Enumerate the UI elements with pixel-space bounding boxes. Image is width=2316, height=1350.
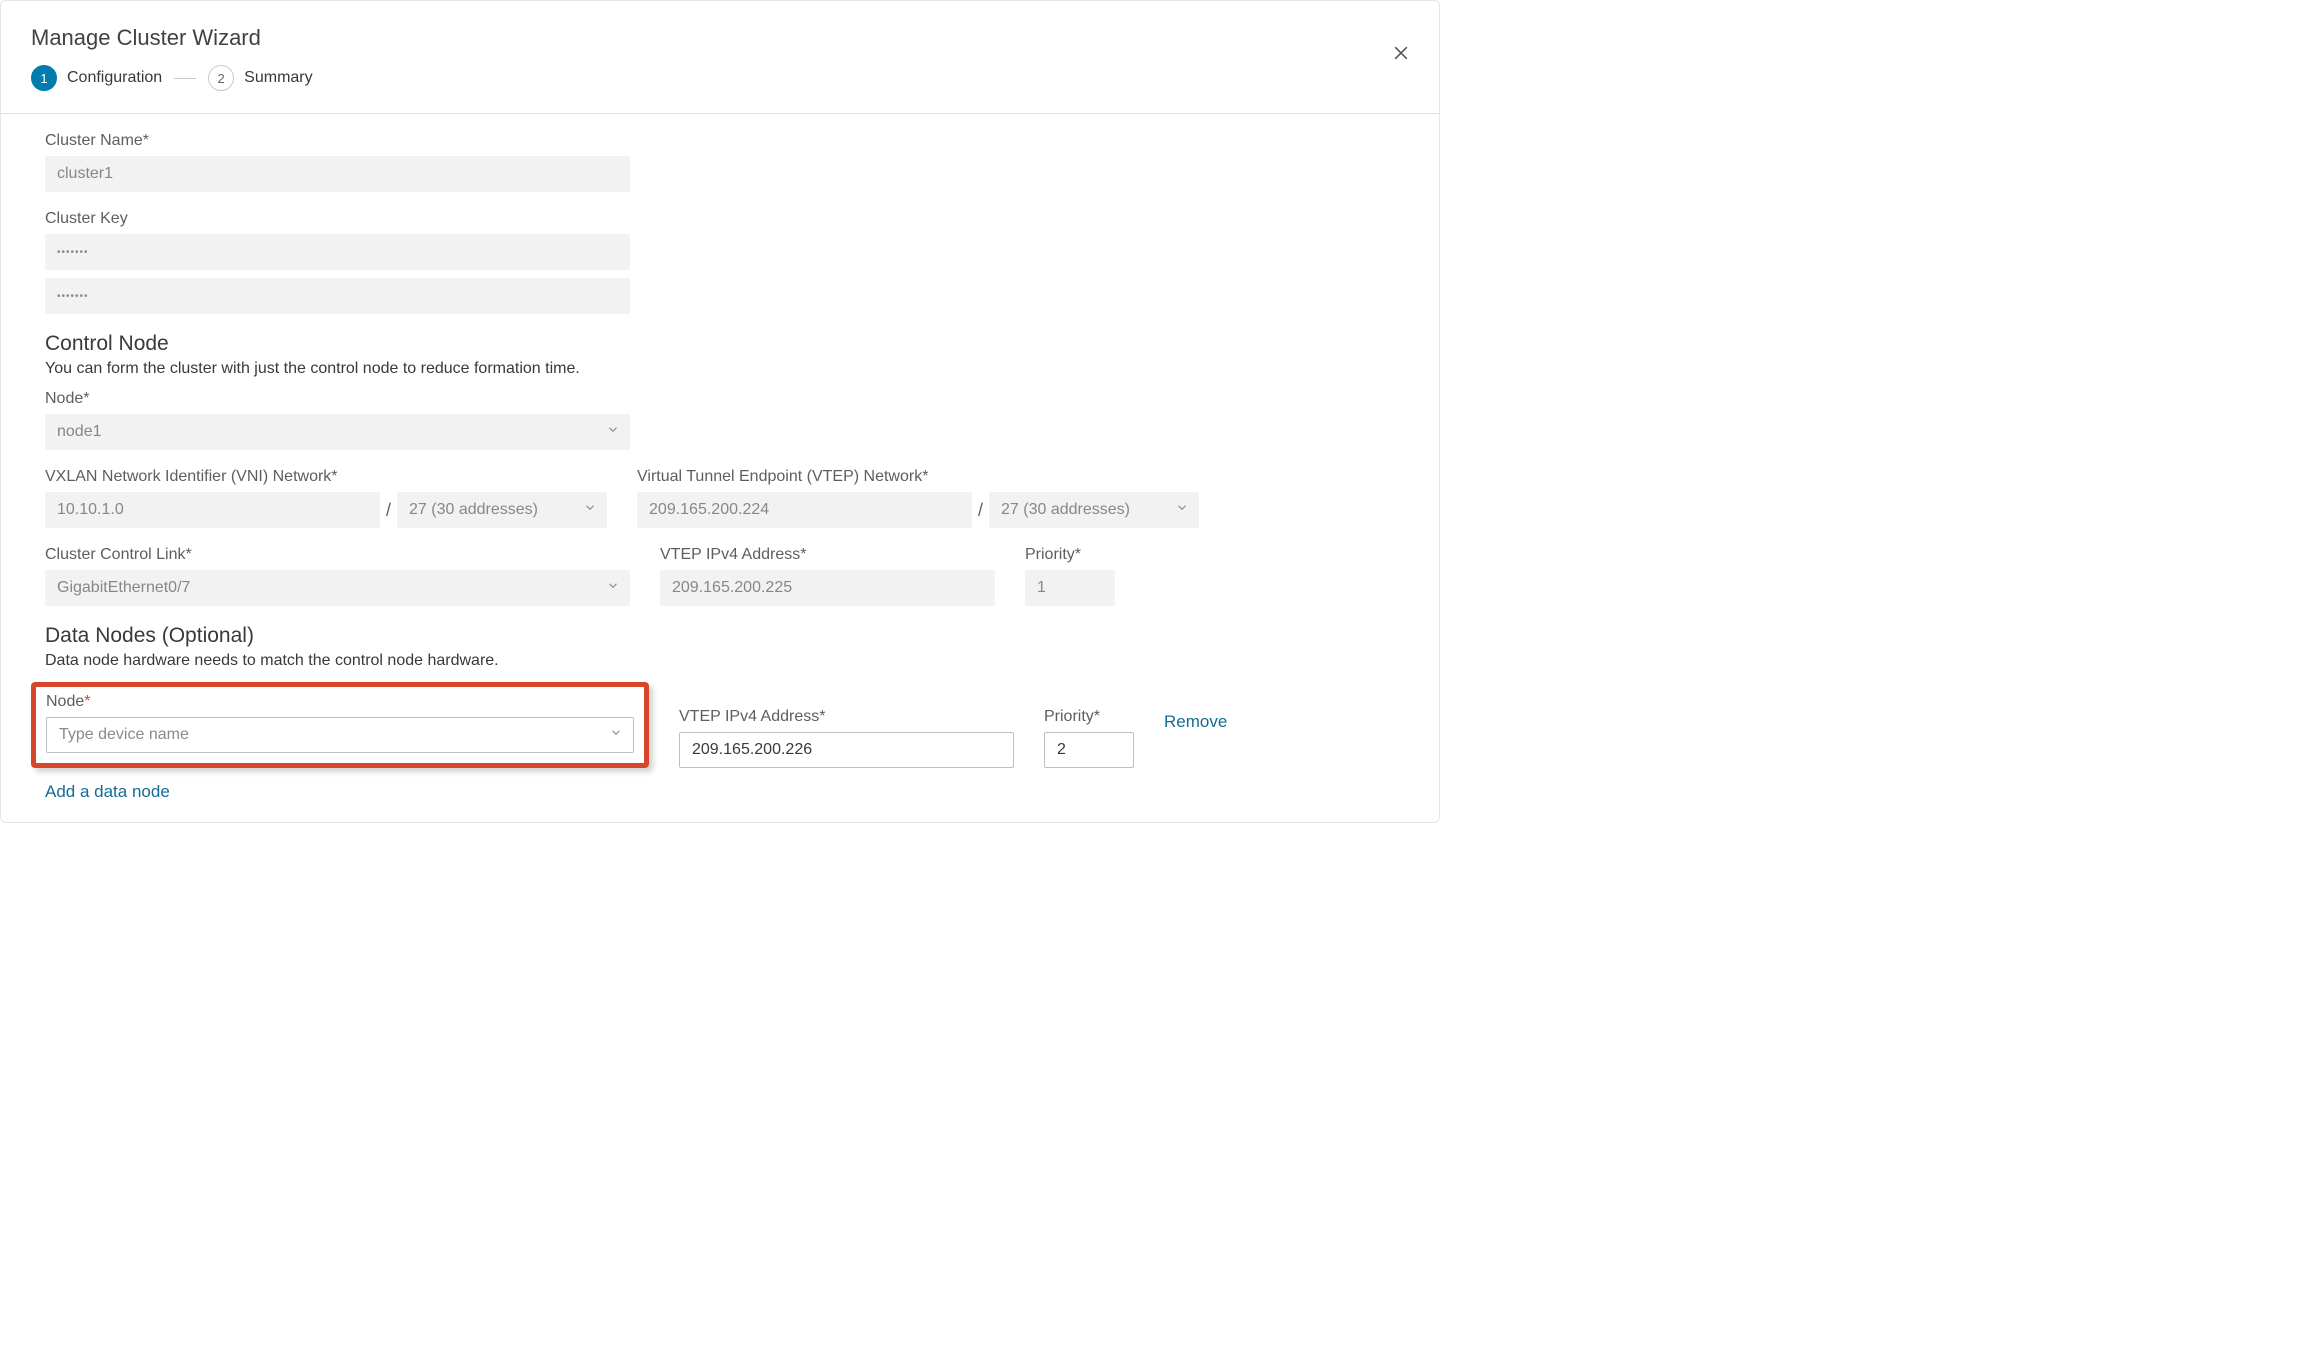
data-node-row: Node* Type device name VTEP IPv4 Address… <box>45 682 1395 768</box>
vni-vtep-network-row: VXLAN Network Identifier (VNI) Network* … <box>45 468 1395 528</box>
data-nodes-section-subtitle: Data node hardware needs to match the co… <box>45 652 1395 670</box>
control-node-section-subtitle: You can form the cluster with just the c… <box>45 360 1395 378</box>
ccl-vtep-priority-row: Cluster Control Link* GigabitEthernet0/7… <box>45 546 1395 606</box>
close-button[interactable] <box>1387 39 1415 67</box>
cluster-key-field: Cluster Key ••••••• ••••••• <box>45 210 1395 314</box>
control-node-section-title: Control Node <box>45 332 1395 356</box>
step-number-1: 1 <box>31 65 57 91</box>
vni-slash: / <box>380 492 397 528</box>
form-area: Cluster Name* cluster1 Cluster Key •••••… <box>1 114 1439 802</box>
cluster-name-label: Cluster Name* <box>45 132 1395 150</box>
vtep-network-field: Virtual Tunnel Endpoint (VTEP) Network* … <box>637 468 1199 528</box>
stepper: 1 Configuration 2 Summary <box>31 65 1409 91</box>
close-icon <box>1391 43 1411 63</box>
data-node-label: Node* <box>46 693 634 711</box>
step-separator <box>174 78 196 79</box>
data-nodes-section-title: Data Nodes (Optional) <box>45 624 1395 648</box>
data-node-priority-input[interactable] <box>1044 732 1134 768</box>
step-number-2: 2 <box>208 65 234 91</box>
chevron-down-icon <box>606 579 620 598</box>
data-node-placeholder: Type device name <box>59 726 189 744</box>
vni-network-label: VXLAN Network Identifier (VNI) Network* <box>45 468 607 486</box>
vtep-network-label: Virtual Tunnel Endpoint (VTEP) Network* <box>637 468 1199 486</box>
data-node-vtep-field: VTEP IPv4 Address* <box>679 708 1014 768</box>
step-label-summary: Summary <box>244 69 312 87</box>
chevron-down-icon <box>609 726 623 745</box>
data-node-vtep-label: VTEP IPv4 Address* <box>679 708 1014 726</box>
password-dots: ••••••• <box>57 247 89 258</box>
vni-mask-select[interactable]: 27 (30 addresses) <box>397 492 607 528</box>
ccl-field: Cluster Control Link* GigabitEthernet0/7 <box>45 546 630 606</box>
control-node-select[interactable]: node1 <box>45 414 630 450</box>
vtep-mask-value: 27 (30 addresses) <box>1001 501 1130 519</box>
priority-field: Priority* 1 <box>1025 546 1115 606</box>
vtep-addr-label: VTEP IPv4 Address* <box>660 546 995 564</box>
cluster-key-input-1[interactable]: ••••••• <box>45 234 630 270</box>
ccl-value: GigabitEthernet0/7 <box>57 579 190 597</box>
data-node-priority-field: Priority* <box>1044 708 1134 768</box>
control-node-field: Node* node1 <box>45 390 1395 450</box>
wizard-header: Manage Cluster Wizard 1 Configuration 2 … <box>1 1 1439 101</box>
vni-network-field: VXLAN Network Identifier (VNI) Network* … <box>45 468 607 528</box>
remove-data-node-link[interactable]: Remove <box>1164 712 1227 732</box>
step-configuration[interactable]: 1 Configuration <box>31 65 162 91</box>
data-node-select[interactable]: Type device name <box>46 717 634 753</box>
ccl-select[interactable]: GigabitEthernet0/7 <box>45 570 630 606</box>
wizard-dialog: Manage Cluster Wizard 1 Configuration 2 … <box>0 0 1440 823</box>
cluster-name-input[interactable]: cluster1 <box>45 156 630 192</box>
chevron-down-icon <box>606 423 620 442</box>
data-node-priority-label: Priority* <box>1044 708 1134 726</box>
data-node-vtep-input[interactable] <box>679 732 1014 768</box>
priority-label: Priority* <box>1025 546 1115 564</box>
control-node-label: Node* <box>45 390 1395 408</box>
vni-network-input[interactable]: 10.10.1.0 <box>45 492 380 528</box>
cluster-key-input-2[interactable]: ••••••• <box>45 278 630 314</box>
required-marker: * <box>84 693 90 710</box>
vtep-addr-input[interactable]: 209.165.200.225 <box>660 570 995 606</box>
control-node-value: node1 <box>57 423 102 441</box>
priority-input[interactable]: 1 <box>1025 570 1115 606</box>
vtep-addr-field: VTEP IPv4 Address* 209.165.200.225 <box>660 546 995 606</box>
vtep-network-input[interactable]: 209.165.200.224 <box>637 492 972 528</box>
data-node-highlight-box: Node* Type device name <box>31 682 649 768</box>
ccl-label: Cluster Control Link* <box>45 546 630 564</box>
wizard-title: Manage Cluster Wizard <box>31 25 1409 51</box>
vtep-slash: / <box>972 492 989 528</box>
cluster-key-label: Cluster Key <box>45 210 1395 228</box>
cluster-name-field: Cluster Name* cluster1 <box>45 132 1395 192</box>
vni-mask-value: 27 (30 addresses) <box>409 501 538 519</box>
chevron-down-icon <box>583 501 597 520</box>
add-data-node-link[interactable]: Add a data node <box>45 782 170 802</box>
step-summary[interactable]: 2 Summary <box>208 65 312 91</box>
step-label-configuration: Configuration <box>67 69 162 87</box>
vtep-mask-select[interactable]: 27 (30 addresses) <box>989 492 1199 528</box>
password-dots: ••••••• <box>57 291 89 302</box>
chevron-down-icon <box>1175 501 1189 520</box>
